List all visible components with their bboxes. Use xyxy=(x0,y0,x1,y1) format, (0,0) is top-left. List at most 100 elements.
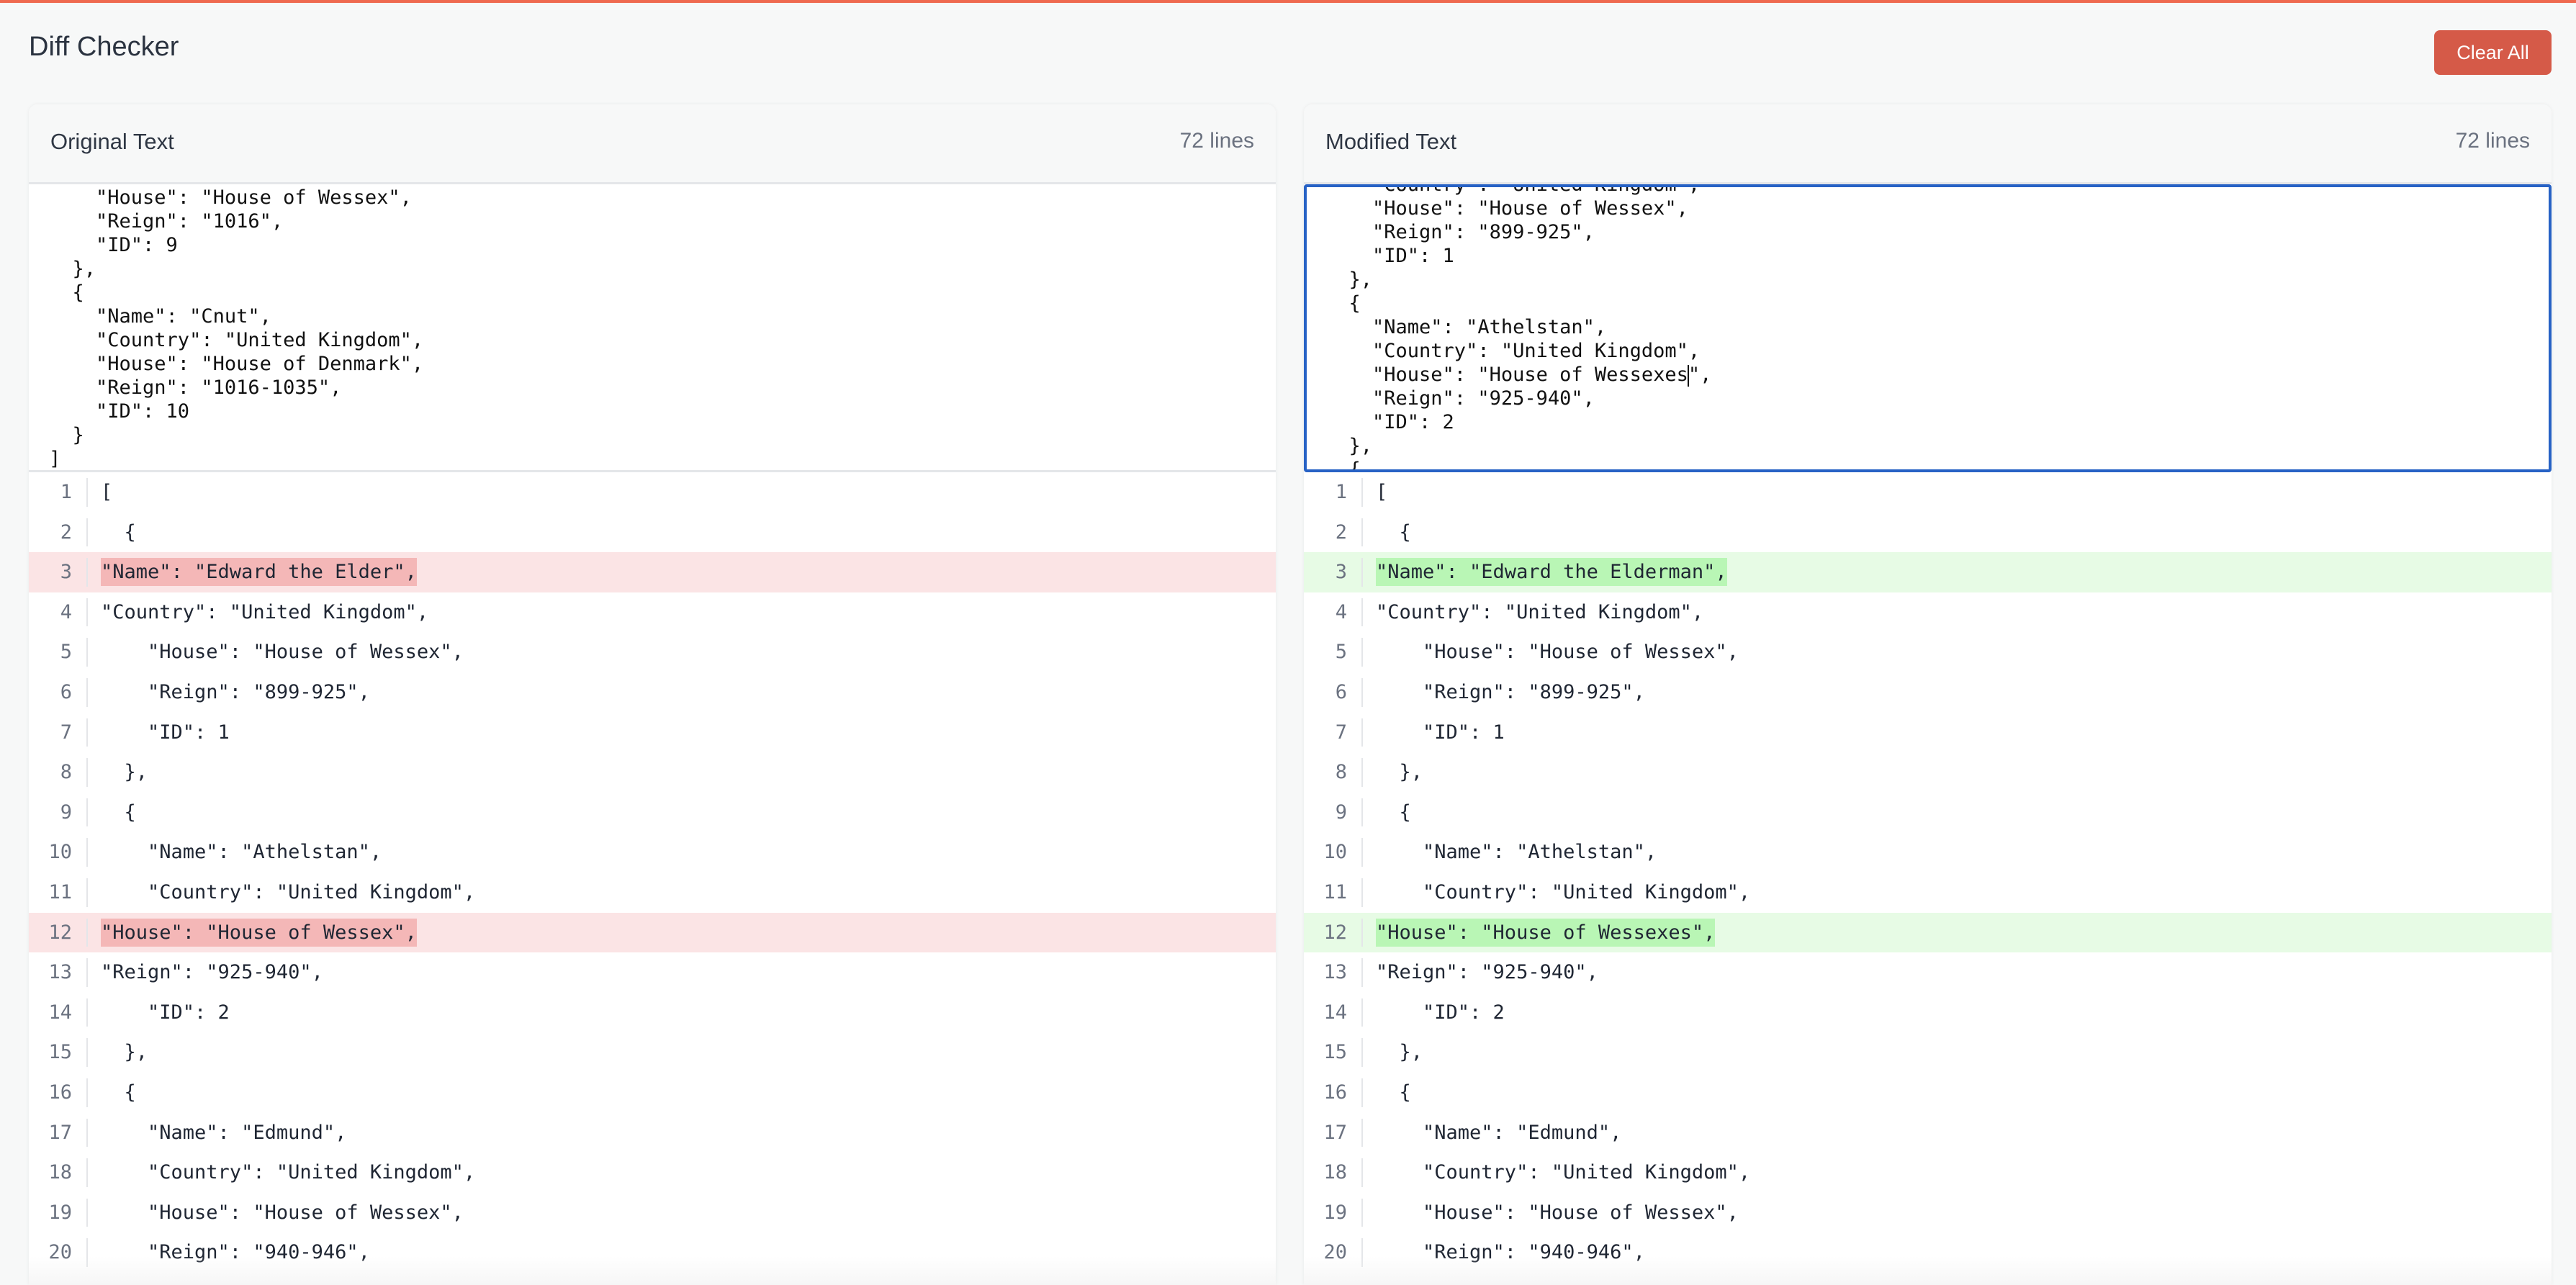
gutter-divider xyxy=(86,838,88,867)
editor-line: { xyxy=(1325,459,1361,472)
line-code: }, xyxy=(101,1041,148,1064)
gutter-divider xyxy=(86,1238,88,1267)
diff-row: 1[ xyxy=(1304,472,2552,513)
line-number: 5 xyxy=(60,641,72,664)
diff-row: 16 { xyxy=(1304,1073,2552,1113)
diff-row: 4 "Country": "United Kingdom", xyxy=(29,592,1276,633)
line-code: "House": "House of Wessex", xyxy=(1376,1201,1739,1224)
line-code: }, xyxy=(101,761,148,784)
line-number: 6 xyxy=(60,680,72,703)
changed-text-highlight: "Name": "Edward the Elder", xyxy=(101,558,417,587)
gutter-divider xyxy=(86,958,88,987)
editor-line: }, xyxy=(1325,269,1373,291)
diff-row: 18 "Country": "United Kingdom", xyxy=(1304,1153,2552,1193)
line-code: "House": "House of Wessex", xyxy=(1376,641,1739,664)
gutter-divider xyxy=(86,758,88,787)
modified-panel-title: Modified Text xyxy=(1325,129,1457,154)
line-number: 13 xyxy=(1323,961,1347,984)
changed-text-highlight: "House": "House of Wessexes", xyxy=(1376,918,1716,947)
gutter-divider xyxy=(1361,518,1363,547)
modified-text-input[interactable]: "Country": "United Kingdom", "House": "H… xyxy=(1304,184,2552,472)
diff-row: 14 "ID": 2 xyxy=(29,993,1276,1033)
original-text-input[interactable]: "House": "House of Wessex", "Reign": "10… xyxy=(29,184,1276,472)
editor-line: "ID": 1 xyxy=(1325,245,1454,267)
editor-line: "ID": 9 xyxy=(49,234,178,256)
editor-line: "Country": "United Kingdom", xyxy=(1325,340,1701,362)
line-number: 15 xyxy=(1323,1041,1347,1064)
line-code: "Name": "Edward the Elder", xyxy=(101,552,417,592)
line-number: 17 xyxy=(1323,1121,1347,1144)
diff-row: 17 "Name": "Edmund", xyxy=(1304,1113,2552,1153)
editor-line: "Country": "United Kingdom", xyxy=(1325,184,1701,196)
diff-row-added: 12 "House": "House of Wessexes", xyxy=(1304,912,2552,953)
gutter-divider xyxy=(86,1198,88,1227)
diff-row-removed: 3 "Name": "Edward the Elder", xyxy=(29,552,1276,592)
diff-row-added: 3 "Name": "Edward the Elderman", xyxy=(1304,552,2552,592)
line-code: { xyxy=(101,801,136,824)
editor-line: "Country": "United Kingdom", xyxy=(49,329,424,351)
gutter-divider xyxy=(1361,1078,1363,1107)
diff-row: 2 { xyxy=(29,513,1276,553)
modified-text-panel: Modified Text 72 lines "Country": "Unite… xyxy=(1304,104,2552,1285)
line-code: "House": "House of Wessexes", xyxy=(1376,913,1716,953)
line-code: "Reign": "925-940", xyxy=(1376,961,1598,984)
editor-line: "ID": 10 xyxy=(49,400,190,423)
line-number: 3 xyxy=(1335,561,1347,584)
gutter-divider xyxy=(1361,878,1363,907)
line-code: "Name": "Edmund", xyxy=(101,1121,347,1144)
line-number: 9 xyxy=(1335,801,1347,824)
gutter-divider xyxy=(1361,718,1363,747)
editor-line: "House": "House of Wessexes", xyxy=(1325,364,1712,387)
text-caret xyxy=(1687,364,1689,387)
editor-line: "House": "House of Wessex", xyxy=(49,186,412,209)
line-code: }, xyxy=(1376,761,1423,784)
original-diff-view: 1[2 {3 "Name": "Edward the Elder", 4 "Count… xyxy=(29,472,1276,1273)
modified-editor-content: "Country": "United Kingdom", "House": "H… xyxy=(1325,184,1712,472)
gutter-divider xyxy=(1361,558,1363,587)
editor-line: { xyxy=(49,281,84,304)
line-number: 6 xyxy=(1335,680,1347,703)
gutter-divider xyxy=(86,598,88,627)
line-number: 8 xyxy=(1335,761,1347,784)
line-code: "Country": "United Kingdom", xyxy=(101,880,476,903)
gutter-divider xyxy=(86,677,88,707)
modified-panel-header: Modified Text 72 lines xyxy=(1304,104,2552,184)
line-number: 10 xyxy=(48,841,72,864)
line-code: "ID": 1 xyxy=(101,721,230,744)
diff-row: 13 "Reign": "925-940", xyxy=(29,952,1276,993)
diff-row: 11 "Country": "United Kingdom", xyxy=(29,873,1276,913)
diff-row: 13 "Reign": "925-940", xyxy=(1304,952,2552,993)
diff-row: 15 }, xyxy=(1304,1032,2552,1073)
gutter-divider xyxy=(86,638,88,667)
diff-row: 11 "Country": "United Kingdom", xyxy=(1304,873,2552,913)
line-code: "ID": 2 xyxy=(1376,1001,1505,1024)
line-number: 12 xyxy=(1323,921,1347,944)
line-number: 19 xyxy=(48,1201,72,1224)
gutter-divider xyxy=(86,718,88,747)
diff-row: 5 "House": "House of Wessex", xyxy=(29,632,1276,672)
diff-row: 16 { xyxy=(29,1073,1276,1113)
gutter-divider xyxy=(1361,918,1363,947)
gutter-divider xyxy=(86,1078,88,1107)
top-accent-bar xyxy=(0,0,2576,3)
line-code: "Country": "United Kingdom", xyxy=(101,600,429,623)
editor-line: "Name": "Athelstan", xyxy=(1325,316,1607,338)
diff-row: 17 "Name": "Edmund", xyxy=(29,1113,1276,1153)
editor-line: "Reign": "899-925", xyxy=(1325,221,1595,243)
gutter-divider xyxy=(1361,1158,1363,1187)
diff-row: 7 "ID": 1 xyxy=(1304,713,2552,753)
line-number: 16 xyxy=(48,1081,72,1104)
diff-row: 8 }, xyxy=(1304,752,2552,793)
gutter-divider xyxy=(86,558,88,587)
line-code: "Name": "Athelstan", xyxy=(101,841,382,864)
line-code: "ID": 2 xyxy=(101,1001,230,1024)
clear-all-button[interactable]: Clear All xyxy=(2434,30,2552,75)
gutter-divider xyxy=(1361,638,1363,667)
line-code: "Country": "United Kingdom", xyxy=(1376,880,1751,903)
original-panel-header: Original Text 72 lines xyxy=(29,104,1276,184)
line-number: 2 xyxy=(1335,520,1347,544)
gutter-divider xyxy=(86,878,88,907)
line-number: 10 xyxy=(1323,841,1347,864)
gutter-divider xyxy=(86,998,88,1027)
line-number: 1 xyxy=(60,481,72,503)
